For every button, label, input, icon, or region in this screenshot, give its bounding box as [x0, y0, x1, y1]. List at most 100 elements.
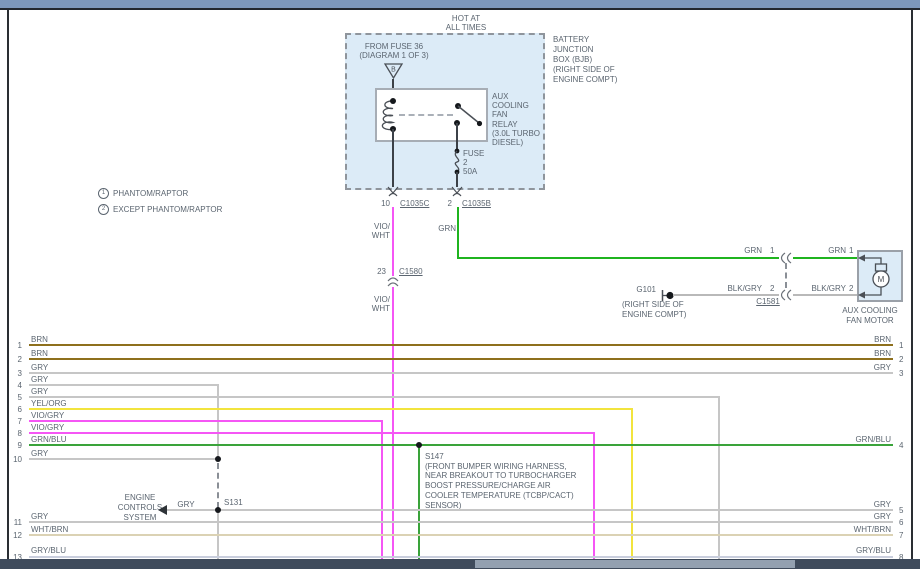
wire-label: GRY/BLU [31, 546, 66, 555]
wire-label-right: BRN [845, 349, 891, 358]
horizontal-scrollbar-thumb[interactable] [475, 560, 795, 568]
row-num-right: 4 [899, 441, 903, 450]
c1035c-pin: 10 [372, 199, 390, 208]
wire-row-8-drop [593, 432, 595, 559]
fuse-label: FUSE2 50A [463, 149, 484, 176]
wire-label-right: BRN [845, 335, 891, 344]
wire-row-7-drop [381, 420, 383, 559]
row-num-left: 2 [0, 355, 22, 364]
off-page-triangle-b-icon[interactable]: B [384, 63, 403, 79]
row-num-left: 6 [0, 405, 22, 414]
svg-text:B: B [391, 67, 396, 74]
grn-right-pin: 1 [849, 246, 853, 255]
row-num-left: 1 [0, 341, 22, 350]
row-num-right: 3 [899, 369, 903, 378]
row-num-right: 1 [899, 341, 903, 350]
row-num-left: 3 [0, 369, 22, 378]
wire-label: GRY [31, 449, 48, 458]
s131-dashed-link [217, 463, 219, 508]
wire-label-right: WHT/BRN [845, 525, 891, 534]
relay-coil-icon [380, 101, 394, 129]
wire-row [29, 458, 218, 460]
s147-splice-label: S147(FRONT BUMPER WIRING HARNESS, NEAR B… [425, 452, 576, 510]
row-num-left: 5 [0, 393, 22, 402]
motor-icon: M [857, 250, 903, 302]
wiring-diagram-page: HOT ATALL TIMES BATTERYJUNCTION BOX (BJB… [0, 0, 920, 569]
wire-label: BRN [31, 335, 48, 344]
s131-wire-label: GRY [172, 500, 200, 509]
circled-2-icon: 2 [98, 204, 109, 215]
arrow-left-icon [158, 505, 167, 515]
grn-wire-horizontal [457, 257, 779, 259]
connector-c1580-icon [386, 276, 400, 288]
c1580-pin: 23 [368, 267, 386, 276]
grn-label: GRN [428, 224, 456, 233]
coil-top-junction [390, 98, 396, 104]
row-10-junction-dot [215, 456, 221, 462]
relay-switch-blade-icon [455, 103, 485, 129]
window-top-bar [0, 0, 920, 10]
row-num-left: 12 [0, 531, 22, 540]
row-num-left: 8 [0, 429, 22, 438]
s131-wire-row [167, 509, 893, 511]
row-num-left: 10 [0, 455, 22, 464]
s147-splice-dot [416, 442, 422, 448]
blk-gry-left-label: BLK/GRY [715, 284, 762, 293]
wire-row [29, 420, 383, 422]
wire-row [29, 521, 893, 523]
g101-label: G101 [628, 285, 656, 294]
wire-row [29, 372, 893, 374]
c1581-link[interactable]: C1581 [748, 297, 788, 306]
bjb-label: BATTERYJUNCTION BOX (BJB)(RIGHT SIDE OF … [553, 35, 617, 85]
wire-row [29, 534, 893, 536]
row-num-right: 5 [899, 506, 903, 515]
s131-splice-label: S131 [224, 498, 243, 507]
blk-gry-wire-to-motor [793, 294, 857, 296]
g101-location-label: (RIGHT SIDE OFENGINE COMPT) [622, 300, 686, 320]
vio-wht-label-2: VIO/WHT [360, 295, 390, 313]
legend-item-2: EXCEPT PHANTOM/RAPTOR [113, 205, 222, 214]
wire-label-right: GRN/BLU [845, 435, 891, 444]
relay-actuation-dashed-link [399, 114, 453, 116]
fuse-output-wire [456, 172, 458, 187]
page-left-border [7, 10, 9, 559]
aux-cooling-fan-motor-label: AUX COOLINGFAN MOTOR [838, 306, 902, 326]
c1035c-link[interactable]: C1035C [400, 199, 429, 208]
c1580-link[interactable]: C1580 [399, 267, 423, 276]
wire-label-right: GRY [845, 363, 891, 372]
wire-label: YEL/ORG [31, 399, 67, 408]
wire-row [29, 556, 893, 558]
grn-right-label: GRN [812, 246, 846, 255]
wire-label: GRY [31, 375, 48, 384]
c1035b-link[interactable]: C1035B [462, 199, 491, 208]
legend-item-1: PHANTOM/RAPTOR [113, 189, 188, 198]
row-num-left: 7 [0, 417, 22, 426]
c1581-dashed-link [785, 263, 787, 288]
wire-label: BRN [31, 349, 48, 358]
c1035b-pin: 2 [440, 199, 452, 208]
connector-c1035c-icon [387, 186, 399, 197]
svg-text:M: M [878, 275, 885, 284]
s147-drop-wire [418, 444, 420, 559]
fuse-icon [450, 147, 464, 175]
row-num-left: 11 [0, 518, 22, 527]
wire-row [29, 444, 893, 446]
blk-gry-right-pin: 2 [849, 284, 853, 293]
blk-gry-wire [673, 294, 779, 296]
wire-label: WHT/BRN [31, 525, 68, 534]
grn-wire-vertical [457, 207, 459, 259]
wire-row [29, 396, 720, 398]
wire-label: GRN/BLU [31, 435, 67, 444]
hot-at-all-times-label: HOT ATALL TIMES [436, 14, 496, 32]
wire-label: GRY [31, 512, 48, 521]
row-num-left: 9 [0, 441, 22, 450]
row-num-right: 2 [899, 355, 903, 364]
grn-wire-to-motor [793, 257, 857, 259]
page-right-border [911, 10, 913, 559]
switch-to-fuse-wire [456, 123, 458, 149]
row-num-left: 4 [0, 381, 22, 390]
wire-row [29, 384, 219, 386]
blk-gry-left-pin: 2 [770, 284, 774, 293]
wire-label-right: GRY [845, 512, 891, 521]
vio-wht-label-1: VIO/WHT [360, 222, 390, 240]
